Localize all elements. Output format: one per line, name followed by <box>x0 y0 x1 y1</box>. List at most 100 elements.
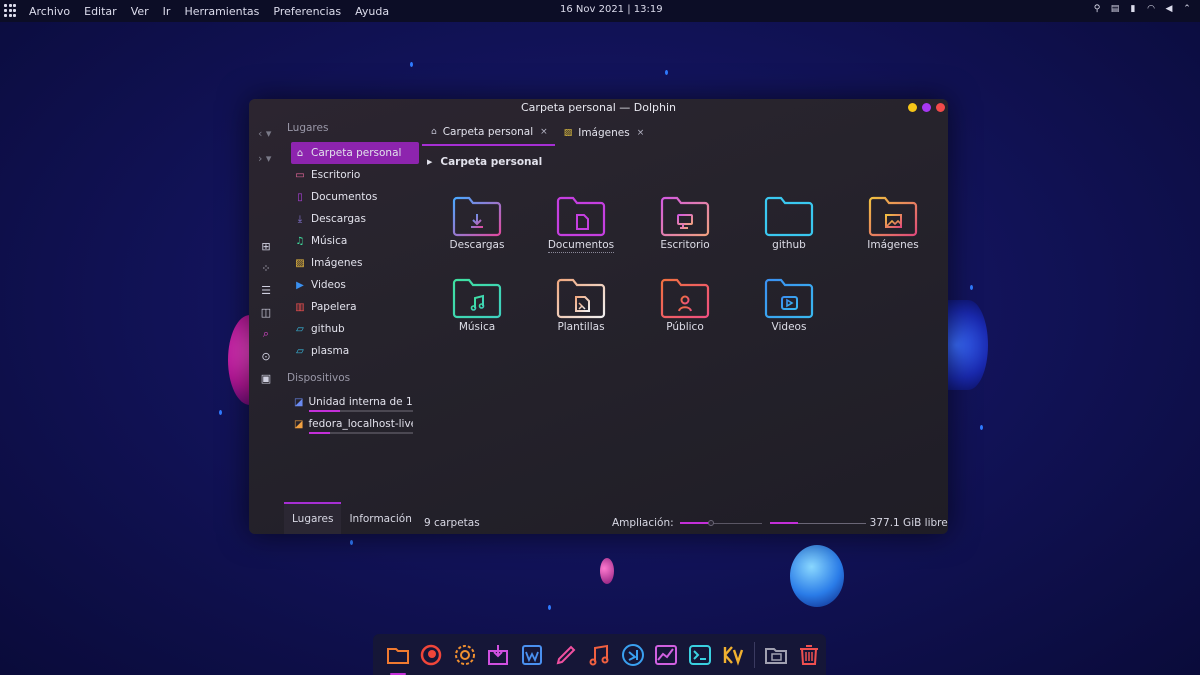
place-musica[interactable]: ♫ Música <box>291 230 419 252</box>
kvantum-icon <box>724 645 744 666</box>
dock-vscode[interactable] <box>616 638 650 672</box>
device-fedora-live[interactable]: ◪ fedora_localhost-live <box>291 413 413 435</box>
folder-item[interactable]: Plantillas <box>529 275 633 333</box>
tab-label: Imágenes <box>578 127 630 139</box>
drive-icon: ◪ <box>294 396 304 408</box>
minimize-button[interactable] <box>908 103 917 112</box>
dock-files[interactable] <box>381 638 415 675</box>
folder-item[interactable]: Documentos <box>529 193 633 253</box>
place-github[interactable]: ▱ github <box>291 318 419 340</box>
menu-ayuda[interactable]: Ayuda <box>348 5 396 18</box>
documents-icon: ▯ <box>297 191 303 203</box>
menu-herramientas[interactable]: Herramientas <box>177 5 266 18</box>
menu-editar[interactable]: Editar <box>77 5 124 18</box>
place-imagenes[interactable]: ▨ Imágenes <box>291 252 419 274</box>
view-mode-bar: ⊞ ⁘ ☰ ◫ ⌕ ⊙ ▣ <box>258 235 274 389</box>
maximize-button[interactable] <box>922 103 931 112</box>
star-dot <box>350 540 353 545</box>
music-icon: ♫ <box>295 235 305 247</box>
folder-item[interactable]: Música <box>425 275 529 333</box>
close-tab-icon[interactable]: × <box>540 127 548 137</box>
dock-kvantum[interactable] <box>716 638 750 672</box>
dock-settings[interactable] <box>448 638 482 672</box>
software-icon <box>488 644 509 665</box>
devices-list: ◪ Unidad interna de 1… ◪ fedora_localhost-… <box>291 391 413 435</box>
star-dot <box>548 605 551 610</box>
dock-trash[interactable] <box>793 638 827 672</box>
dock-terminal[interactable] <box>683 638 717 672</box>
download-icon: ⤓ <box>297 213 303 225</box>
forward-button[interactable]: › ▾ <box>258 146 271 171</box>
icons-view-icon[interactable]: ⊞ <box>258 235 274 257</box>
volume-icon[interactable]: ◀ <box>1164 4 1174 14</box>
folder-icon: ▱ <box>296 323 304 335</box>
device-label: Unidad interna de 1… <box>308 396 413 408</box>
tab-carpeta-personal[interactable]: ⌂ Carpeta personal × <box>422 120 555 146</box>
place-label: Carpeta personal <box>311 147 402 159</box>
menu-ver[interactable]: Ver <box>124 5 156 18</box>
compact-view-icon[interactable]: ⁘ <box>258 257 274 279</box>
images-icon: ▨ <box>295 257 305 269</box>
folder-item[interactable]: Escritorio <box>633 193 737 253</box>
trash-icon: ▥ <box>295 301 305 313</box>
menu-ir[interactable]: Ir <box>156 5 178 18</box>
tab-lugares[interactable]: Lugares <box>284 502 342 534</box>
dock-discover[interactable] <box>482 638 516 672</box>
folder-label: Música <box>458 321 496 333</box>
place-papelera[interactable]: ▥ Papelera <box>291 296 419 318</box>
back-button[interactable]: ‹ ▾ <box>258 121 271 146</box>
place-videos[interactable]: ▶ Videos <box>291 274 419 296</box>
details-view-icon[interactable]: ☰ <box>258 279 274 301</box>
menu-preferencias[interactable]: Preferencias <box>266 5 348 18</box>
folder-item[interactable]: Público <box>633 275 737 333</box>
dock-firefox[interactable] <box>415 638 449 672</box>
more-icon[interactable]: ⊙ <box>258 345 274 367</box>
tab-bar: ⌂ Carpeta personal × ▨ Imágenes × <box>422 120 651 146</box>
app-launcher-icon[interactable] <box>4 4 18 18</box>
clock[interactable]: 16 Nov 2021 | 13:19 <box>560 4 663 15</box>
close-button[interactable] <box>936 103 945 112</box>
folder-icon <box>556 278 606 319</box>
clipboard-icon[interactable]: ▤ <box>1110 4 1120 14</box>
place-descargas[interactable]: ⤓ Descargas <box>291 208 419 230</box>
dock-monitor[interactable] <box>649 638 683 672</box>
sidebar-tabs: Lugares Información <box>284 502 420 534</box>
dock-draw[interactable] <box>549 638 583 672</box>
location-icon[interactable]: ⚲ <box>1092 4 1102 14</box>
folder-icon <box>660 278 710 319</box>
preview-icon[interactable]: ▣ <box>258 367 274 389</box>
expand-tray-icon[interactable]: ⌃ <box>1182 4 1192 14</box>
folder-icon <box>452 196 502 237</box>
dock-music[interactable] <box>582 638 616 672</box>
zoom-fill <box>679 522 711 524</box>
folder-item[interactable]: Videos <box>737 275 841 333</box>
folder-item[interactable]: Imágenes <box>841 193 945 253</box>
place-documentos[interactable]: ▯ Documentos <box>291 186 419 208</box>
zoom-slider[interactable] <box>679 518 762 528</box>
place-carpeta-personal[interactable]: ⌂ Carpeta personal <box>291 142 419 164</box>
place-escritorio[interactable]: ▭ Escritorio <box>291 164 419 186</box>
place-label: Imágenes <box>311 257 363 269</box>
split-view-icon[interactable]: ◫ <box>258 301 274 323</box>
images-icon: ▨ <box>563 128 573 138</box>
menu-archivo[interactable]: Archivo <box>22 5 77 18</box>
tab-informacion[interactable]: Información <box>341 502 419 534</box>
place-label: Videos <box>311 279 346 291</box>
drive-icon: ◪ <box>294 418 304 430</box>
dock-desktop[interactable] <box>759 638 793 672</box>
dock-writer[interactable] <box>515 638 549 672</box>
place-plasma[interactable]: ▱ plasma <box>291 340 419 362</box>
folder-item[interactable]: Descargas <box>425 193 529 253</box>
device-internal-drive[interactable]: ◪ Unidad interna de 1… <box>291 391 413 413</box>
network-icon[interactable]: ◠ <box>1146 4 1156 14</box>
folder-label: Documentos <box>547 239 615 253</box>
place-label: Papelera <box>311 301 357 313</box>
battery-icon[interactable]: ▮ <box>1128 4 1138 14</box>
close-tab-icon[interactable]: × <box>637 128 645 138</box>
search-icon[interactable]: ⌕ <box>258 323 274 345</box>
tab-imagenes[interactable]: ▨ Imágenes × <box>555 120 652 146</box>
zoom-handle[interactable] <box>707 520 714 526</box>
video-icon: ▶ <box>296 279 304 291</box>
folder-item[interactable]: github <box>737 193 841 253</box>
breadcrumb[interactable]: ▶ Carpeta personal <box>427 156 542 168</box>
